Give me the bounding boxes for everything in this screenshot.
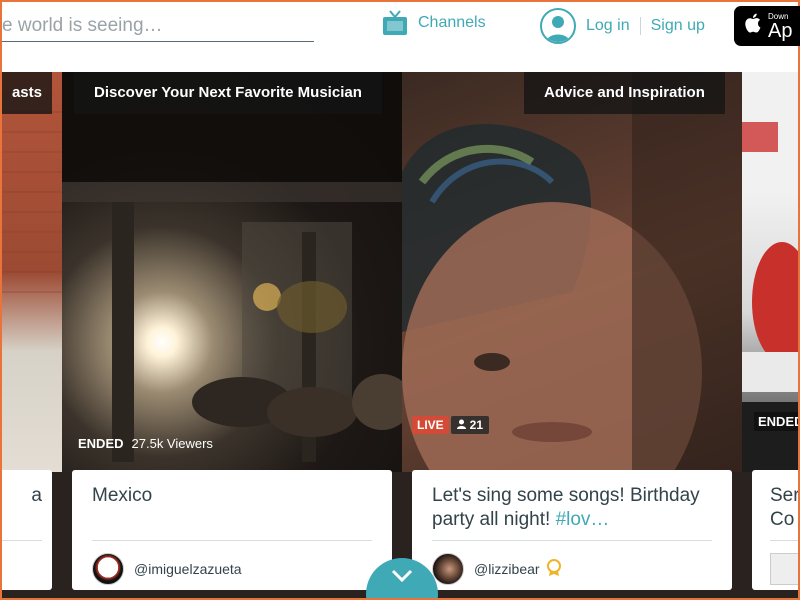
avatar-icon[interactable] bbox=[540, 8, 576, 44]
channels-label: Channels bbox=[418, 14, 486, 31]
user-avatar bbox=[770, 553, 798, 585]
login-link[interactable]: Log in bbox=[586, 17, 630, 35]
card-title: a bbox=[31, 485, 42, 506]
card-info[interactable]: Let's sing some songs! Birthday party al… bbox=[412, 470, 732, 590]
award-icon bbox=[546, 558, 562, 580]
user-avatar bbox=[92, 553, 124, 585]
ended-label: ENDED bbox=[758, 414, 798, 429]
broadcast-card[interactable]: Discover Your Next Favorite Musician END… bbox=[62, 72, 402, 598]
card-user[interactable]: @lizzibear bbox=[432, 541, 712, 597]
card-title: Mexico bbox=[92, 485, 153, 506]
top-nav: e world is seeing… Channels Log in Sign … bbox=[2, 2, 800, 72]
viewer-badge: 21 bbox=[450, 416, 490, 434]
card-category-label: Advice and Inspiration bbox=[524, 72, 725, 114]
live-viewer-count: 21 bbox=[469, 418, 484, 432]
broadcast-card[interactable]: ENDED Ser Co bbox=[742, 72, 798, 598]
apple-icon bbox=[744, 12, 762, 40]
card-user bbox=[770, 541, 798, 597]
broadcast-thumbnail bbox=[2, 72, 62, 472]
broadcast-status: ENDED bbox=[754, 412, 798, 431]
broadcast-card[interactable]: asts a bbox=[2, 72, 62, 598]
appstore-button[interactable]: Down Ap bbox=[734, 6, 800, 46]
broadcast-status: ENDED 27.5k Viewers bbox=[78, 436, 213, 451]
username: @lizzibear bbox=[474, 561, 540, 577]
ended-label: ENDED bbox=[78, 436, 124, 451]
broadcast-status: LIVE 21 bbox=[412, 416, 490, 434]
search-input[interactable]: e world is seeing… bbox=[2, 12, 314, 42]
appstore-big-label: Ap bbox=[768, 19, 793, 42]
viewer-count: 27.5k Viewers bbox=[131, 436, 213, 451]
signup-link[interactable]: Sign up bbox=[651, 17, 705, 35]
chevron-down-icon bbox=[390, 568, 414, 598]
card-divider bbox=[2, 540, 42, 541]
card-user[interactable]: @imiguelzazueta bbox=[92, 541, 372, 597]
username: @imiguelzazueta bbox=[134, 561, 242, 577]
broadcast-thumbnail bbox=[62, 72, 402, 472]
channels-link[interactable]: Channels bbox=[382, 10, 486, 36]
card-info: Ser Co bbox=[752, 470, 798, 590]
broadcast-card[interactable]: Advice and Inspiration LIVE 21 Let's sin… bbox=[402, 72, 742, 598]
broadcast-strip: asts a Discover Your Next Favorite Music… bbox=[2, 72, 798, 598]
auth-divider bbox=[639, 17, 641, 35]
broadcast-thumbnail bbox=[402, 72, 742, 542]
card-title-hashtag[interactable]: #lov… bbox=[556, 509, 610, 530]
user-avatar bbox=[432, 553, 464, 585]
card-category-label: asts bbox=[2, 72, 52, 114]
card-info[interactable]: Mexico @imiguelzazueta bbox=[72, 470, 392, 590]
card-info: a bbox=[2, 470, 52, 590]
card-category-label: Discover Your Next Favorite Musician bbox=[74, 72, 382, 114]
card-title: Ser Co bbox=[770, 485, 798, 530]
auth-links: Log in Sign up bbox=[540, 8, 705, 44]
tv-icon bbox=[382, 10, 408, 36]
live-badge: LIVE bbox=[412, 416, 449, 434]
card-title: Let's sing some songs! Birthday party al… bbox=[432, 484, 712, 540]
user-icon bbox=[456, 418, 466, 432]
